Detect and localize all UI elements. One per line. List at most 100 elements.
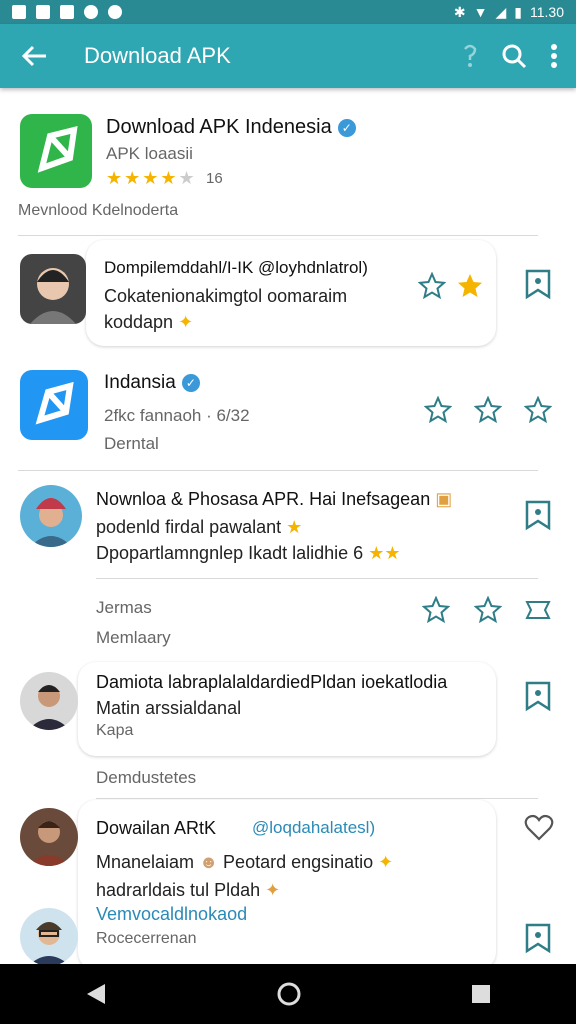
emoji-icon: ✦ xyxy=(378,852,394,872)
star-outline-icon[interactable] xyxy=(424,396,452,424)
bookmark-icon[interactable] xyxy=(524,499,552,531)
item-line-text: hadrarldais tul Pldah xyxy=(96,880,261,900)
item-line: Matin arssialdanal xyxy=(96,698,242,718)
back-button[interactable] xyxy=(14,36,54,76)
item-line: podenld firdal pawalant ★ xyxy=(96,517,302,538)
app-title-text: Download APK Indenesia xyxy=(106,116,332,138)
star-outline-icon[interactable] xyxy=(474,596,502,624)
avatar xyxy=(20,808,78,866)
signal-icon: ◢ xyxy=(495,3,507,20)
battery-icon: ▮ xyxy=(514,3,522,20)
item-title-text: Nownloa & Phosasa APR. Hai Inefsagean xyxy=(96,489,431,509)
badge-outline-icon[interactable] xyxy=(524,596,552,624)
item-line-text: Peotard engsinatio xyxy=(223,852,374,872)
item-line-text: Mnanelaiam xyxy=(96,852,195,872)
verified-icon: ✓ xyxy=(181,373,200,392)
item-line: 2fkc fannaoh · 6/32 xyxy=(104,406,250,425)
app-subtitle: APK loaasii xyxy=(106,144,193,163)
list-item[interactable]: Nownloa & Phosasa APR. Hai Inefsagean ▣ … xyxy=(0,475,576,585)
wifi-icon: ▼ xyxy=(473,4,488,20)
divider xyxy=(18,235,538,236)
recents-nav-icon[interactable] xyxy=(471,984,491,1004)
notification-icon xyxy=(36,5,50,19)
notification-icon xyxy=(12,5,26,19)
avatar xyxy=(20,672,78,730)
star-outline-icon[interactable] xyxy=(474,396,502,424)
item-line: Kapa xyxy=(96,722,134,739)
item-line-text: Dpopartlamngnlep Ikadt lalidhie 6 xyxy=(96,543,364,563)
item-title-text: Indansia xyxy=(104,372,176,393)
app-logo xyxy=(20,114,92,188)
item-line: Memlaary xyxy=(96,628,171,647)
arrow-left-icon xyxy=(21,45,46,67)
list-item[interactable]: Indansia ✓ 2fkc fannaoh · 6/32 Derntal xyxy=(0,358,576,468)
list-item[interactable]: Dompilemddahl/I-IK @loyhdnlatrol) Cokate… xyxy=(0,238,576,353)
item-line: Mnanelaiam ☻ Peotard engsinatio ✦ xyxy=(96,852,393,873)
list-item[interactable]: Vemvocaldlnokaod Rocecerrenan xyxy=(0,900,576,964)
notification-icon xyxy=(108,5,122,19)
page-title: Download APK xyxy=(84,43,231,68)
item-line: Rocecerrenan xyxy=(96,930,197,947)
item-line: koddapn ✦ xyxy=(104,312,193,333)
item-title[interactable]: Vemvocaldlnokaod xyxy=(96,904,247,925)
bookmark-icon[interactable] xyxy=(524,268,552,300)
avatar xyxy=(20,908,78,964)
app-list: Download APK Indenesia ✓ APK loaasii ★★★★… xyxy=(0,90,576,964)
verified-icon: ✓ xyxy=(337,118,356,137)
notification-icon xyxy=(60,5,74,19)
item-handle[interactable]: @loqdahalatesl) xyxy=(252,818,375,838)
star-outline-icon[interactable] xyxy=(422,596,450,624)
list-item[interactable]: Demdustetes xyxy=(0,760,576,800)
item-line: Derntal xyxy=(104,434,159,453)
list-item[interactable]: Jermas Memlaary xyxy=(0,582,576,662)
bookmark-icon[interactable] xyxy=(524,680,552,712)
status-bar: ✱ ▼ ◢ ▮ 11.30 xyxy=(0,0,576,24)
item-title: Dompilemddahl/I-IK @loyhdnlatrol) xyxy=(104,258,368,277)
star-filled-icon xyxy=(458,274,482,297)
more-options-icon[interactable] xyxy=(550,43,558,69)
search-icon[interactable] xyxy=(500,42,528,70)
divider xyxy=(96,578,538,579)
status-time: 11.30 xyxy=(530,4,564,20)
star-emoji-icon: ★ xyxy=(286,517,303,537)
item-line: Jermas xyxy=(96,598,152,617)
emoji-icon: ☻ xyxy=(199,852,219,872)
notification-icons xyxy=(0,5,122,19)
divider xyxy=(18,470,538,471)
navigation-bar xyxy=(0,964,576,1024)
app-header: Download APK Indenesia ✓ APK loaasii ★★★★… xyxy=(0,90,576,235)
app-bar: Download APK xyxy=(0,24,576,88)
app-title: Download APK Indenesia ✓ xyxy=(106,116,356,139)
avatar xyxy=(20,485,82,547)
item-line-text: koddapn xyxy=(104,312,174,332)
rating-count: 16 xyxy=(206,170,223,187)
item-line: hadrarldais tul Pldah ✦ xyxy=(96,880,280,901)
star-emoji-icon: ★★ xyxy=(368,543,401,563)
item-title: Dowailan ARtK xyxy=(96,818,217,838)
heart-outline-icon[interactable] xyxy=(524,814,554,842)
item-title: Nownloa & Phosasa APR. Hai Inefsagean ▣ xyxy=(96,489,452,510)
list-item[interactable]: Dowailan ARtK @loqdahalatesl) Mnanelaiam… xyxy=(0,800,576,964)
item-line: Demdustetes xyxy=(96,768,197,787)
emoji-icon: ▣ xyxy=(435,489,453,509)
back-nav-icon[interactable] xyxy=(85,982,107,1006)
app-logo xyxy=(20,370,88,440)
emoji-icon: ✦ xyxy=(178,312,194,332)
item-line-text: podenld firdal pawalant xyxy=(96,517,282,537)
divider xyxy=(96,798,538,799)
item-line: Dpopartlamngnlep Ikadt lalidhie 6 ★★ xyxy=(96,543,400,564)
item-title: Indansia ✓ xyxy=(104,372,200,394)
app-footer-text: Mevnlood Kdelnoderta xyxy=(18,202,179,219)
info-icon[interactable] xyxy=(462,43,478,69)
bluetooth-icon: ✱ xyxy=(453,3,466,20)
avatar xyxy=(20,254,86,324)
item-line: Cokatenionakimgtol oomaraim xyxy=(104,286,348,306)
star-outline-icon[interactable] xyxy=(524,396,552,424)
home-nav-icon[interactable] xyxy=(276,981,302,1007)
notification-icon xyxy=(84,5,98,19)
list-item[interactable]: Damiota labraplalaldardiedPldan ioekatlo… xyxy=(0,660,576,760)
emoji-icon: ✦ xyxy=(265,880,281,900)
item-title: Damiota labraplalaldardiedPldan ioekatlo… xyxy=(96,672,448,692)
bookmark-icon[interactable] xyxy=(524,922,552,954)
star-outline-icon[interactable] xyxy=(418,272,446,300)
